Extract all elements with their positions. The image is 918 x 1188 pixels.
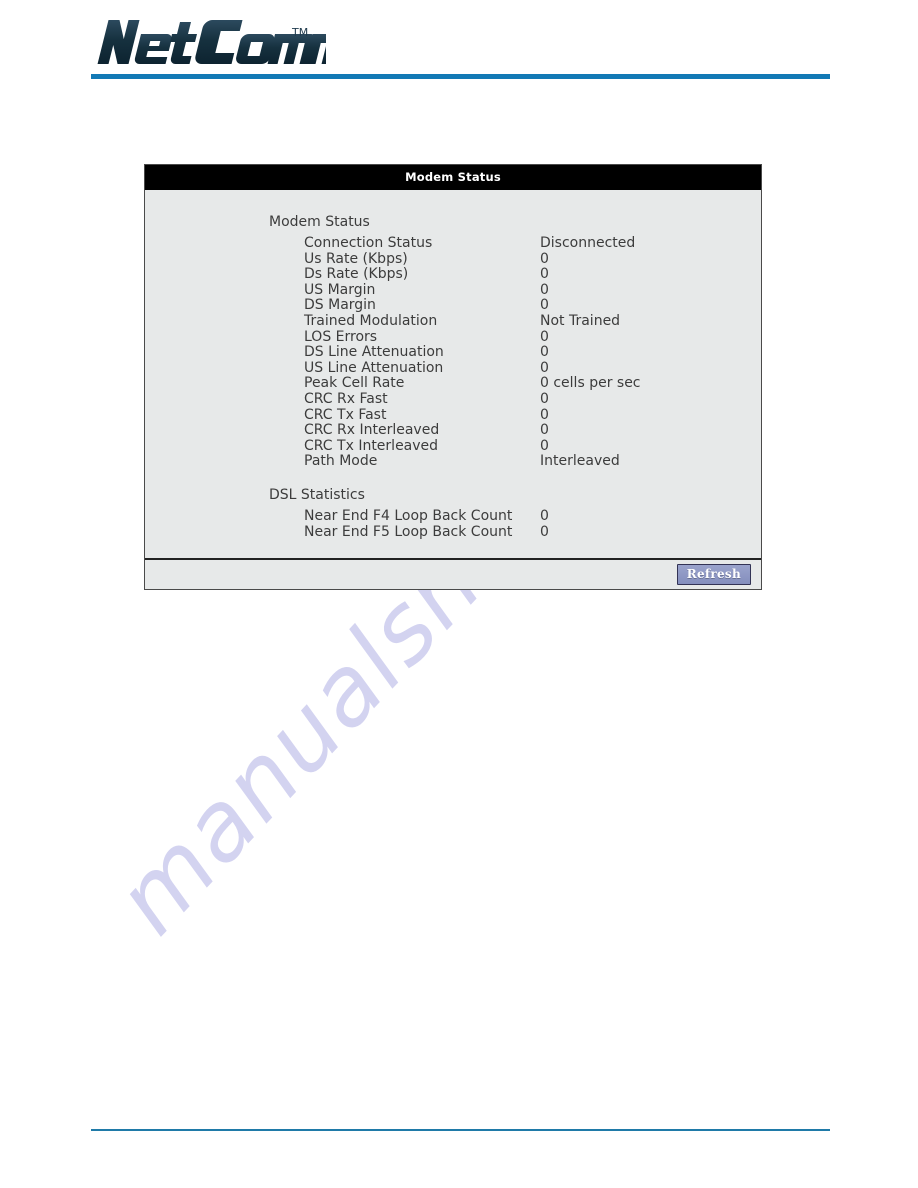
row-value: 0 cells per sec (540, 375, 641, 392)
row-label: Ds Rate (Kbps) (304, 266, 409, 283)
table-row: Connection Status Disconnected (304, 235, 740, 252)
netcomm-logo (97, 20, 326, 64)
dsl-statistics-rows: Near End F4 Loop Back Count 0 Near End F… (304, 507, 740, 541)
panel-footer: Refresh (145, 558, 761, 590)
row-label: DS Line Attenuation (304, 344, 444, 361)
table-row: Path Mode Interleaved (304, 454, 740, 470)
table-row: DS Line Attenuation 0 (304, 345, 740, 361)
row-value: 0 (540, 437, 549, 454)
table-row: CRC Rx Interleaved 0 (304, 423, 740, 439)
row-label: US Margin (304, 281, 376, 298)
row-label: CRC Rx Fast (304, 390, 388, 407)
row-label: Connection Status (304, 235, 433, 251)
page-footer-divider (91, 1129, 830, 1131)
row-value: 0 (540, 422, 549, 439)
table-row: CRC Rx Fast 0 (304, 390, 740, 408)
table-row: Near End F4 Loop Back Count 0 (304, 507, 740, 525)
table-row: Us Rate (Kbps) 0 (304, 250, 740, 268)
panel-title: Modem Status (145, 165, 761, 190)
row-label: US Line Attenuation (304, 359, 444, 376)
row-value: 0 (540, 297, 549, 314)
table-row: US Margin 0 (304, 281, 740, 299)
table-row: Trained Modulation Not Trained (304, 312, 740, 330)
section-heading-dsl-statistics: DSL Statistics (269, 486, 365, 503)
section-heading-modem-status: Modem Status (269, 214, 370, 230)
row-value: 0 (540, 266, 549, 283)
table-row: Ds Rate (Kbps) 0 (304, 267, 740, 283)
modem-status-panel: Modem Status Modem Status Connection Sta… (144, 164, 762, 591)
row-value: 0 (540, 406, 549, 423)
row-label: CRC Tx Interleaved (304, 437, 439, 454)
row-value: 0 (540, 507, 549, 524)
row-label: Trained Modulation (304, 312, 438, 329)
modem-status-rows: Connection Status Disconnected Us Rate (… (304, 235, 740, 470)
dsl-statistics-table: Near End F4 Loop Back Count 0 Near End F… (304, 507, 740, 541)
row-label: CRC Rx Interleaved (304, 422, 440, 439)
row-label: Us Rate (Kbps) (304, 250, 408, 267)
table-row: CRC Tx Fast 0 (304, 406, 740, 424)
row-label: Path Mode (304, 453, 378, 470)
trademark-symbol: TM (292, 26, 309, 39)
row-label: LOS Errors (304, 328, 378, 345)
row-label: Peak Cell Rate (304, 375, 405, 392)
panel-body: Modem Status Connection Status Disconnec… (145, 190, 761, 559)
row-label: Near End F4 Loop Back Count (304, 507, 513, 524)
table-row: LOS Errors 0 (304, 328, 740, 346)
row-value: 0 (540, 250, 549, 267)
row-label: DS Margin (304, 297, 376, 314)
masthead-divider (91, 74, 830, 79)
row-value: 0 (540, 359, 549, 376)
row-label: CRC Tx Fast (304, 406, 387, 423)
masthead: TM (0, 0, 918, 95)
row-value: Not Trained (540, 312, 621, 329)
row-value: 0 (540, 328, 549, 345)
modem-status-table: Connection Status Disconnected Us Rate (… (304, 235, 740, 470)
row-value: Interleaved (540, 453, 620, 470)
row-value: 0 (540, 281, 549, 298)
row-value: 0 (540, 390, 549, 407)
row-value: 0 (540, 344, 549, 361)
row-label: Near End F5 Loop Back Count (304, 523, 513, 540)
refresh-button[interactable]: Refresh (676, 564, 751, 586)
table-row: DS Margin 0 (304, 298, 740, 314)
table-row: Near End F5 Loop Back Count 0 (304, 523, 740, 541)
table-row: CRC Tx Interleaved 0 (304, 437, 740, 455)
row-value: Disconnected (540, 235, 636, 251)
table-row: Peak Cell Rate 0 cells per sec (304, 376, 740, 392)
row-value: 0 (540, 523, 549, 540)
table-row: US Line Attenuation 0 (304, 359, 740, 377)
